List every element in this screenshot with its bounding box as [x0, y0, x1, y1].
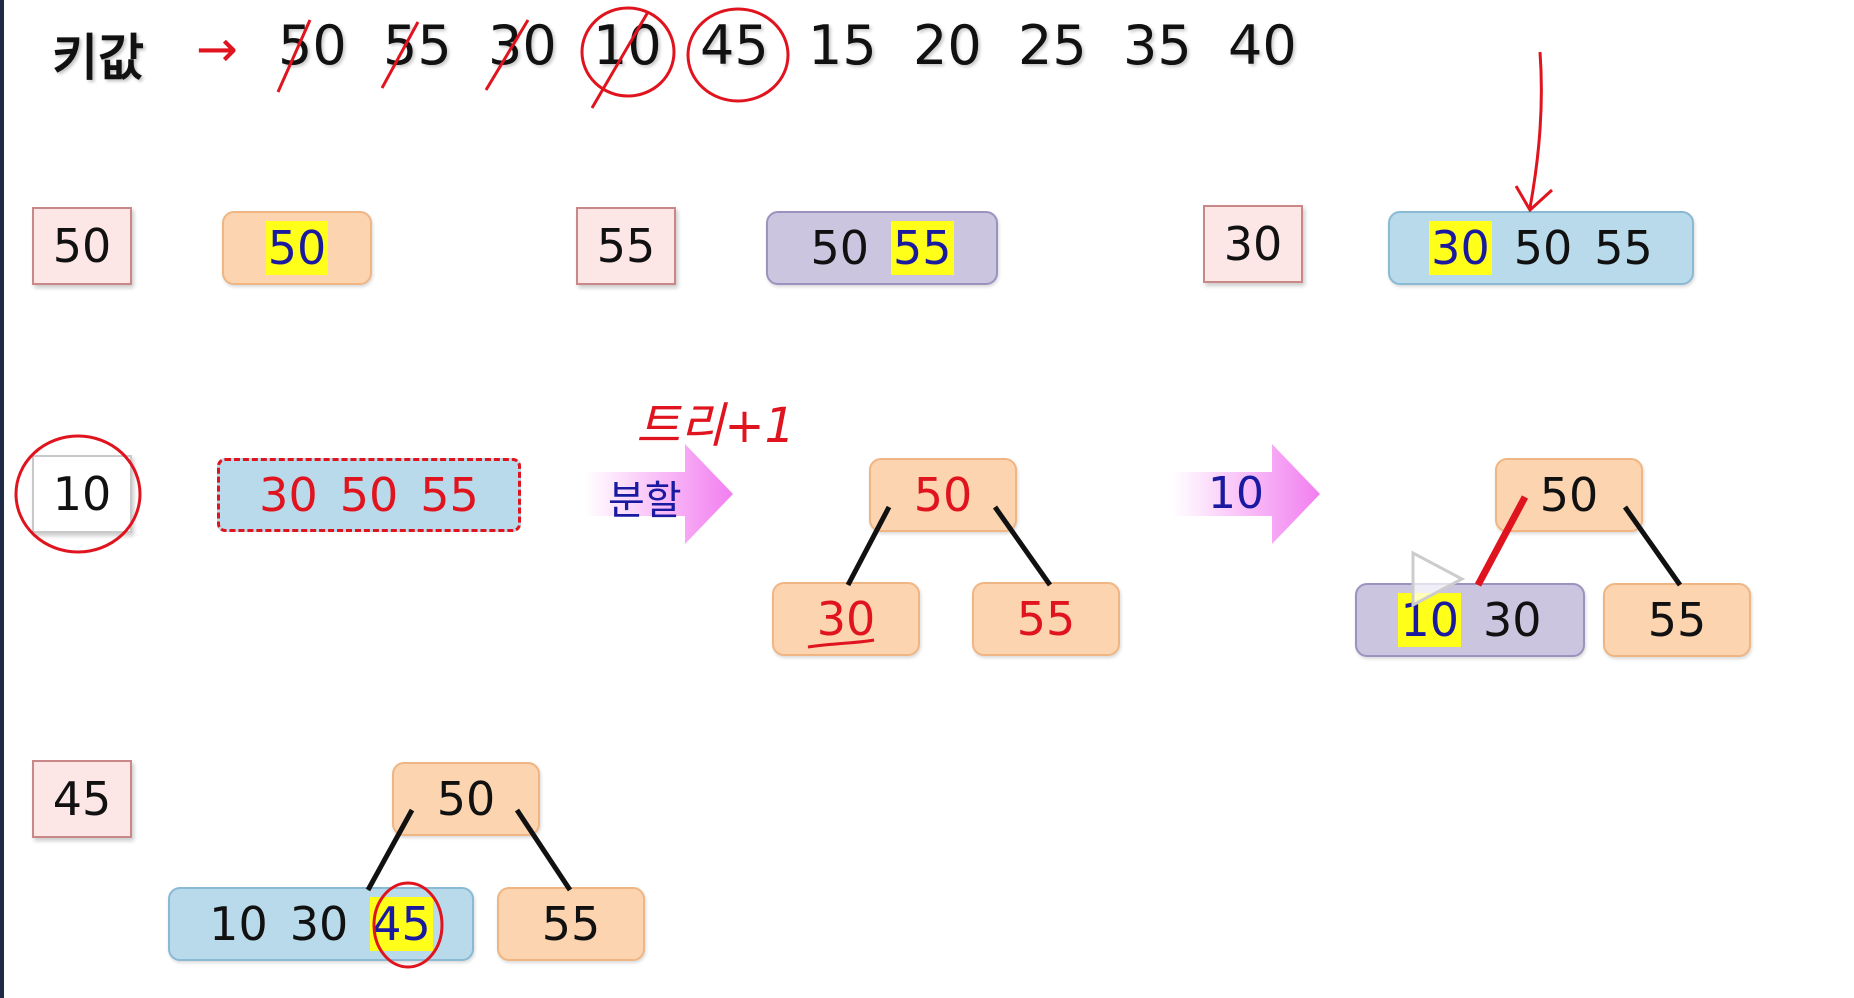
circle-45	[686, 7, 790, 103]
strike-30	[484, 19, 530, 91]
tree2-edge-left-red	[1474, 495, 1529, 587]
circle-10	[580, 6, 676, 98]
play-icon	[1411, 550, 1466, 608]
annotation-overlay	[14, 6, 1683, 969]
tree1-edge-right	[992, 505, 1053, 587]
strike-50	[276, 19, 312, 93]
tree3-edge-right	[514, 808, 573, 892]
tree2-edge-right	[1622, 505, 1683, 587]
circle-input-10	[14, 434, 142, 554]
circle-45-node	[372, 881, 444, 969]
down-arrow-shaft	[1528, 51, 1543, 209]
tree3-edge-left	[365, 808, 415, 892]
underline-30	[807, 638, 875, 649]
tree1-edge-left	[845, 505, 892, 587]
strike-55	[380, 21, 420, 89]
